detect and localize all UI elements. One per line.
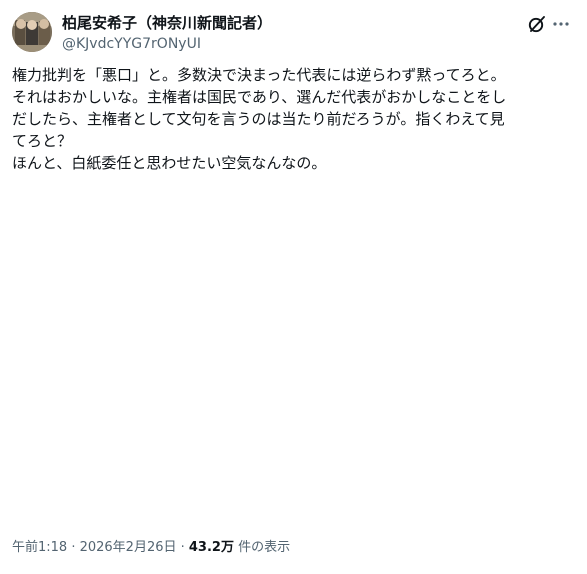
tweet-meta: 午前1:18 · 2026年2月26日 · 43.2万 件の表示: [12, 539, 290, 557]
author-handle[interactable]: @KJvdcYYG7rONyUI: [62, 35, 272, 54]
tweet-header: 柏尾安希子（神奈川新聞記者） @KJvdcYYG7rONyUI: [12, 12, 571, 54]
tweet-text: 権力批判を「悪口」と。多数決で決まった代表には逆らわず黙ってろと。 それはおかし…: [12, 64, 576, 174]
tweet-text-line: ほんと、白紙委任と思わせたい空気なんなの。: [12, 154, 327, 172]
avatar[interactable]: [12, 12, 52, 52]
tweet-text-line: てろと？: [12, 132, 73, 150]
tweet-timestamp[interactable]: 午前1:18 · 2026年2月26日 ·: [12, 540, 189, 555]
tweet-text-line: だしたら、主権者として文句を言うのは当たり前だろうが。指くわえて見: [12, 110, 505, 128]
tweet-text-line: それはおかしいな。主権者は国民であり、選んだ代表がおかしなことをし: [12, 88, 507, 106]
author-names: 柏尾安希子（神奈川新聞記者） @KJvdcYYG7rONyUI: [62, 14, 272, 54]
author-display-name[interactable]: 柏尾安希子（神奈川新聞記者）: [62, 14, 272, 33]
views-label: 件の表示: [233, 540, 291, 555]
tweet-text-line: 権力批判を「悪口」と。多数決で決まった代表には逆らわず黙ってろと。: [12, 66, 506, 84]
more-icon[interactable]: [551, 14, 571, 34]
grok-icon[interactable]: [527, 14, 547, 34]
views-count[interactable]: 43.2万: [189, 540, 234, 555]
